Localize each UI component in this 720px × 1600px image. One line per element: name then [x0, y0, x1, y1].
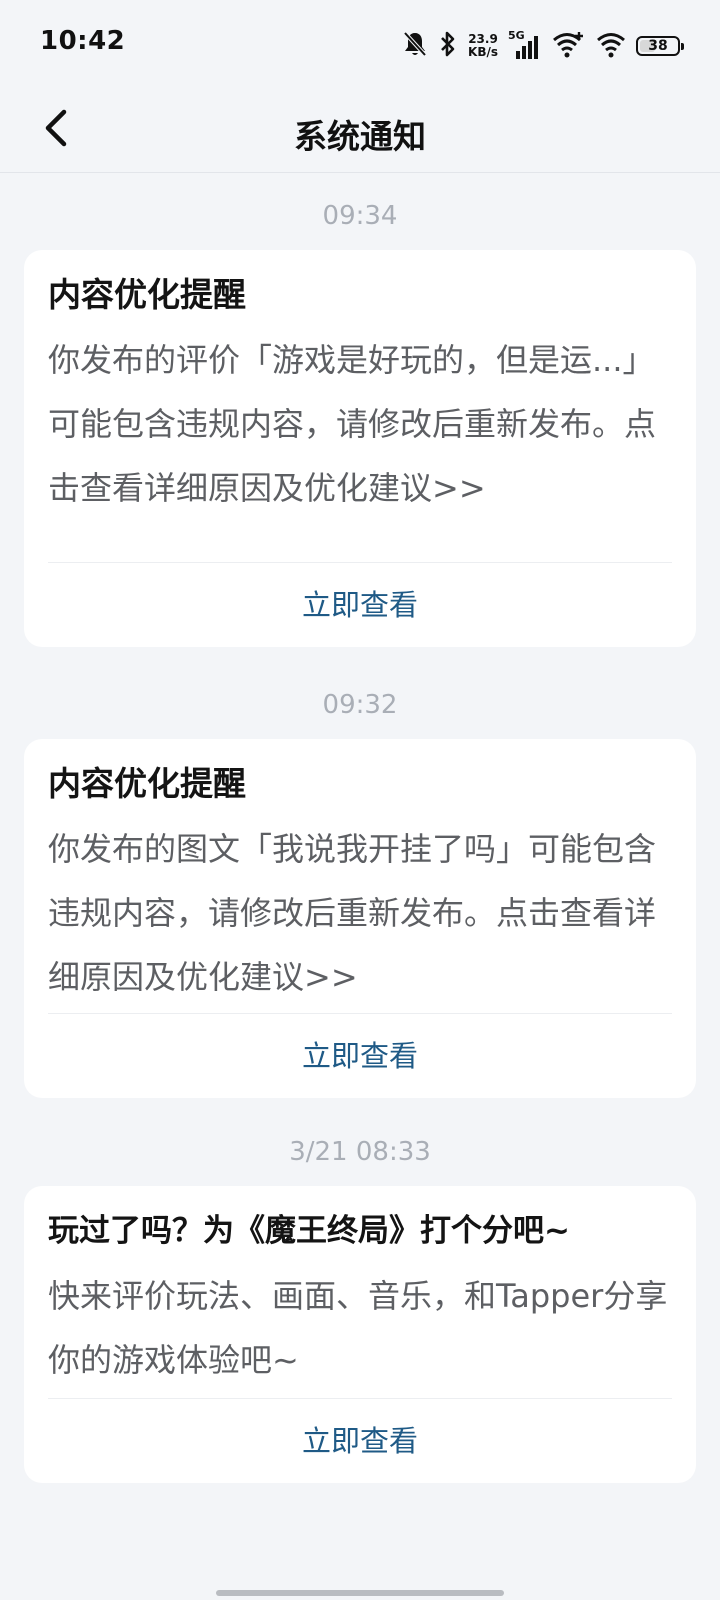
notification-body: 快来评价玩法、画面、音乐，和Tapper分享你的游戏体验吧~: [48, 1277, 668, 1379]
notification-body: 你发布的图文「我说我开挂了吗」可能包含违规内容，请修改后重新发布。点击查看详细原…: [48, 830, 657, 996]
notification-time: 09:32: [322, 690, 398, 720]
notification-time: 09:34: [322, 201, 398, 231]
status-bar: 10:42 23.9 KB/s 5G 38: [0, 0, 720, 88]
battery-level: 38: [648, 38, 668, 54]
signal-icon: 5G: [508, 29, 542, 61]
bluetooth-icon: [438, 30, 458, 62]
net-speed: 23.9 KB/s: [468, 33, 498, 59]
notification-title: 内容优化提醒: [48, 764, 246, 803]
notification-time: 3/21 08:33: [289, 1137, 431, 1167]
view-now-button[interactable]: 立即查看: [48, 1399, 672, 1483]
notification-group: 09:32 内容优化提醒 你发布的图文「我说我开挂了吗」可能包含违规内容，请修改…: [0, 647, 720, 1098]
notification-group: 3/21 08:33 玩过了吗？为《魔王终局》打个分吧~ 快来评价玩法、画面、音…: [0, 1098, 720, 1483]
notification-body: 你发布的评价「游戏是好玩的，但是运...」可能包含违规内容，请修改后重新发布。点…: [48, 341, 657, 507]
view-now-button[interactable]: 立即查看: [48, 1014, 672, 1098]
mute-bell-icon: [402, 30, 428, 62]
battery-icon: 38: [636, 36, 684, 56]
notification-title: 内容优化提醒: [48, 275, 246, 314]
notification-card[interactable]: 内容优化提醒 你发布的图文「我说我开挂了吗」可能包含违规内容，请修改后重新发布。…: [24, 739, 696, 1098]
wifi-plus-icon: [552, 30, 586, 62]
net-speed-unit: KB/s: [468, 45, 498, 59]
notification-feed: 09:34 内容优化提醒 你发布的评价「游戏是好玩的，但是运...」可能包含违规…: [0, 173, 720, 1483]
status-icons: 23.9 KB/s 5G 38: [402, 28, 684, 64]
notification-group: 09:34 内容优化提醒 你发布的评价「游戏是好玩的，但是运...」可能包含违规…: [0, 173, 720, 647]
page-title: 系统通知: [294, 117, 426, 156]
header: 系统通知: [0, 88, 720, 173]
wifi-icon: [596, 30, 626, 62]
notification-card[interactable]: 内容优化提醒 你发布的评价「游戏是好玩的，但是运...」可能包含违规内容，请修改…: [24, 250, 696, 647]
notification-title: 玩过了吗？为《魔王终局》打个分吧~: [48, 1213, 570, 1249]
home-indicator[interactable]: [216, 1590, 504, 1596]
notification-card[interactable]: 玩过了吗？为《魔王终局》打个分吧~ 快来评价玩法、画面、音乐，和Tapper分享…: [24, 1186, 696, 1483]
view-now-button[interactable]: 立即查看: [48, 563, 672, 647]
status-time: 10:42: [40, 26, 126, 56]
